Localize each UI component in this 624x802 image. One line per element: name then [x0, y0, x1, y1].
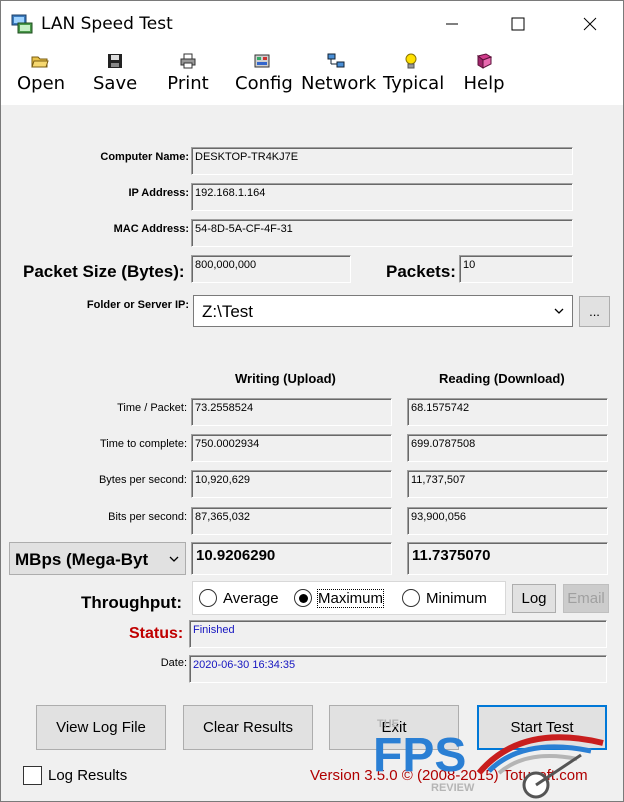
log-results-checkbox[interactable]: Log Results	[23, 766, 127, 785]
ip-address-label: IP Address:	[128, 187, 189, 199]
fps-review-watermark: THE FPS REVIEW	[373, 718, 604, 799]
printer-icon	[180, 53, 196, 69]
minimize-icon	[446, 23, 458, 25]
writing-header: Writing (Upload)	[235, 371, 336, 386]
packet-size-label: Packet Size (Bytes):	[23, 262, 185, 281]
title-bar[interactable]: LAN Speed Test	[1, 1, 623, 47]
packet-size-field[interactable]: 800,000,000	[191, 255, 351, 283]
view-log-file-button[interactable]: View Log File	[36, 705, 166, 750]
lightbulb-icon	[405, 53, 417, 69]
mac-address-field[interactable]: 54-8D-5A-CF-4F-31	[191, 219, 573, 247]
packets-field[interactable]: 10	[459, 255, 573, 283]
clear-results-button[interactable]: Clear Results	[183, 705, 313, 750]
status-field[interactable]: Finished	[189, 620, 607, 648]
ip-address-field[interactable]: 192.168.1.164	[191, 183, 573, 211]
toolbar-help-button[interactable]: Help	[463, 53, 505, 94]
maximize-icon	[511, 17, 525, 31]
read-bits-per-second-field[interactable]: 93,900,056	[407, 507, 608, 535]
close-icon	[583, 17, 597, 31]
radio-maximum[interactable]: Maximum	[294, 588, 385, 608]
toolbar-typical-button[interactable]: Typical	[383, 53, 445, 94]
radio-maximum-circle	[294, 589, 312, 607]
toolbar-network-button[interactable]: Network	[301, 53, 377, 94]
throughput-label: Throughput:	[81, 593, 183, 612]
window-title: LAN Speed Test	[41, 14, 173, 34]
read-throughput-value[interactable]: 11.7375070	[407, 542, 608, 575]
toolbar-network-label: Network	[301, 73, 377, 94]
write-time-per-packet-field[interactable]: 73.2558524	[191, 398, 392, 426]
watermark-main-text: FPS	[373, 729, 466, 782]
radio-minimum-circle	[402, 589, 420, 607]
packets-label: Packets:	[386, 262, 456, 281]
toolbar-save-button[interactable]: Save	[93, 53, 137, 94]
status-label: Status:	[129, 625, 184, 642]
floppy-disk-icon	[108, 54, 122, 68]
computer-name-label: Computer Name:	[100, 151, 189, 163]
reading-header: Reading (Download)	[439, 371, 565, 386]
bytes-per-second-label: Bytes per second:	[98, 474, 187, 486]
log-button[interactable]: Log	[512, 584, 556, 613]
app-window: LAN Speed Test Open Save Print Config Ne…	[0, 0, 624, 802]
write-throughput-value[interactable]: 10.9206290	[191, 542, 392, 575]
write-bits-per-second-field[interactable]: 87,365,032	[191, 507, 392, 535]
read-time-to-complete-field[interactable]: 699.0787508	[407, 434, 608, 462]
toolbar: Open Save Print Config Network Typical H…	[1, 47, 623, 105]
folder-open-icon	[31, 56, 49, 68]
radio-average[interactable]: Average	[199, 589, 279, 607]
toolbar-open-label: Open	[17, 73, 66, 94]
toolbar-help-label: Help	[463, 73, 505, 94]
close-button[interactable]	[567, 1, 613, 47]
email-button[interactable]: Email	[563, 584, 609, 613]
date-field[interactable]: 2020-06-30 16:34:35	[189, 655, 607, 683]
folder-server-label: Folder or Server IP:	[86, 299, 189, 311]
network-icon	[327, 53, 345, 68]
folder-server-combo[interactable]: Z:\Test	[193, 295, 573, 327]
radio-maximum-label: Maximum	[316, 588, 385, 608]
computer-name-field[interactable]: DESKTOP-TR4KJ7E	[191, 147, 573, 175]
read-time-per-packet-field[interactable]: 68.1575742	[407, 398, 608, 426]
time-per-packet-label: Time / Packet:	[117, 402, 187, 414]
write-bytes-per-second-field[interactable]: 10,920,629	[191, 470, 392, 498]
chevron-down-icon	[554, 308, 564, 314]
app-icon	[11, 14, 33, 34]
radio-selected-dot	[298, 593, 308, 603]
toolbar-open-button[interactable]: Open	[17, 53, 66, 94]
write-time-to-complete-field[interactable]: 750.0002934	[191, 434, 392, 462]
maximize-button[interactable]	[495, 1, 541, 47]
config-icon	[254, 54, 270, 68]
chevron-down-icon	[169, 556, 179, 562]
radio-average-label: Average	[223, 589, 279, 607]
toolbar-print-button[interactable]: Print	[167, 53, 209, 94]
watermark-bottom-text: REVIEW	[431, 782, 475, 794]
folder-server-value: Z:\Test	[202, 302, 254, 321]
radio-minimum-label: Minimum	[426, 589, 487, 607]
date-label: Date:	[160, 657, 187, 669]
toolbar-config-label: Config	[235, 73, 293, 94]
log-results-box	[23, 766, 42, 785]
radio-minimum[interactable]: Minimum	[402, 589, 487, 607]
mac-address-label: MAC Address:	[113, 223, 189, 235]
log-results-label: Log Results	[48, 767, 128, 784]
toolbar-config-button[interactable]: Config	[235, 53, 293, 94]
read-bytes-per-second-field[interactable]: 11,737,507	[407, 470, 608, 498]
help-book-icon	[476, 53, 493, 69]
browse-button[interactable]: ...	[579, 296, 610, 327]
units-value: MBps (Mega-Byt	[15, 550, 149, 569]
minimize-button[interactable]	[429, 1, 475, 47]
radio-average-circle	[199, 589, 217, 607]
toolbar-print-label: Print	[167, 73, 209, 94]
bits-per-second-label: Bits per second:	[108, 511, 187, 523]
toolbar-save-label: Save	[93, 73, 138, 94]
toolbar-typical-label: Typical	[383, 73, 445, 94]
time-to-complete-label: Time to complete:	[99, 438, 187, 450]
units-select[interactable]: MBps (Mega-Byt	[9, 542, 186, 575]
